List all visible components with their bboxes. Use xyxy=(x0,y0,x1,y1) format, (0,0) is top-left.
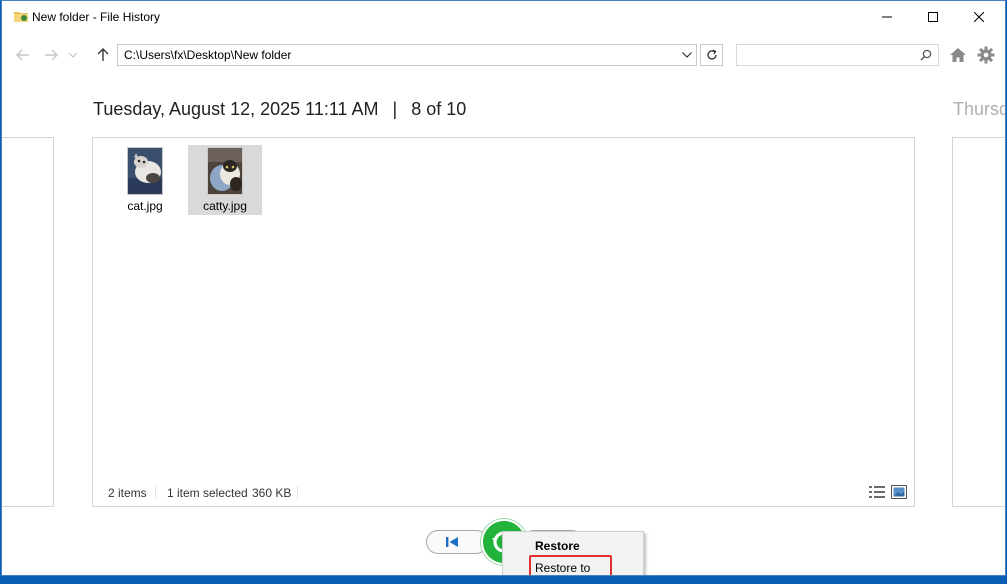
snapshot-date-header: Tuesday, August 12, 2025 11:11 AM | 8 of 1… xyxy=(93,99,466,120)
status-divider xyxy=(155,486,156,499)
up-arrow-icon xyxy=(97,48,109,61)
next-snapshot-date[interactable]: Thursd xyxy=(953,99,1005,120)
search-icon xyxy=(920,49,932,61)
previous-snapshot-panel[interactable] xyxy=(2,137,54,507)
refresh-icon xyxy=(706,49,717,60)
gear-icon xyxy=(977,46,995,64)
menu-item-restore-to[interactable]: Restore to xyxy=(535,561,590,575)
forward-button[interactable] xyxy=(42,45,60,65)
search-box[interactable] xyxy=(736,44,939,66)
selection-size: 360 KB xyxy=(252,486,292,500)
home-icon xyxy=(950,48,966,62)
item-count: 2 items xyxy=(108,486,147,500)
minimize-button[interactable] xyxy=(864,1,910,33)
status-divider xyxy=(297,486,298,499)
details-view-icon[interactable] xyxy=(869,485,885,499)
cat-thumbnail xyxy=(127,147,163,195)
maximize-button[interactable] xyxy=(910,1,956,33)
folder-history-icon xyxy=(14,12,28,22)
window-title: New folder - File History xyxy=(32,10,161,24)
file-list-panel: cat.jpg catty.jpg 2 items 1 item selecte… xyxy=(92,137,915,507)
up-button[interactable] xyxy=(94,45,112,65)
large-icons-view-icon[interactable] xyxy=(891,485,907,499)
status-bar: 2 items 1 item selected 360 KB xyxy=(93,480,914,506)
skip-previous-icon xyxy=(446,537,458,547)
cat-image-icon xyxy=(128,148,162,194)
address-dropdown-button[interactable] xyxy=(678,45,696,65)
address-bar[interactable]: C:\Users\fx\Desktop\New folder xyxy=(117,44,697,66)
refresh-button[interactable] xyxy=(700,44,723,66)
close-icon xyxy=(974,12,984,22)
restore-context-menu: Restore Restore to xyxy=(502,531,644,575)
selection-count: 1 item selected xyxy=(167,486,248,500)
snapshot-position: 8 of 10 xyxy=(411,99,467,119)
file-history-window: New folder - File History C:\Users\fx\De… xyxy=(1,0,1006,576)
settings-button[interactable] xyxy=(976,45,996,65)
file-item-cat[interactable]: cat.jpg xyxy=(108,145,182,215)
previous-version-button[interactable] xyxy=(426,530,488,554)
navigation-bar: C:\Users\fx\Desktop\New folder xyxy=(2,39,1005,71)
recent-locations-button[interactable] xyxy=(66,45,80,65)
cat-image-icon xyxy=(208,148,242,194)
chevron-down-icon xyxy=(69,52,77,58)
back-button[interactable] xyxy=(14,45,32,65)
file-item-catty[interactable]: catty.jpg xyxy=(188,145,262,215)
file-name: catty.jpg xyxy=(203,199,247,213)
home-button[interactable] xyxy=(948,45,968,65)
header-separator: | xyxy=(392,99,398,119)
title-bar[interactable]: New folder - File History xyxy=(2,1,1005,33)
close-button[interactable] xyxy=(956,1,1002,33)
next-snapshot-panel[interactable] xyxy=(952,137,1005,507)
address-path: C:\Users\fx\Desktop\New folder xyxy=(124,48,292,62)
forward-arrow-icon xyxy=(45,49,58,61)
snapshot-date: Tuesday, August 12, 2025 11:11 AM xyxy=(93,99,379,119)
maximize-icon xyxy=(928,12,938,22)
minimize-icon xyxy=(882,16,892,18)
chevron-down-icon xyxy=(682,52,692,58)
back-arrow-icon xyxy=(16,49,29,61)
file-name: cat.jpg xyxy=(127,199,163,213)
menu-item-restore[interactable]: Restore xyxy=(535,539,580,553)
catty-thumbnail xyxy=(207,147,243,195)
